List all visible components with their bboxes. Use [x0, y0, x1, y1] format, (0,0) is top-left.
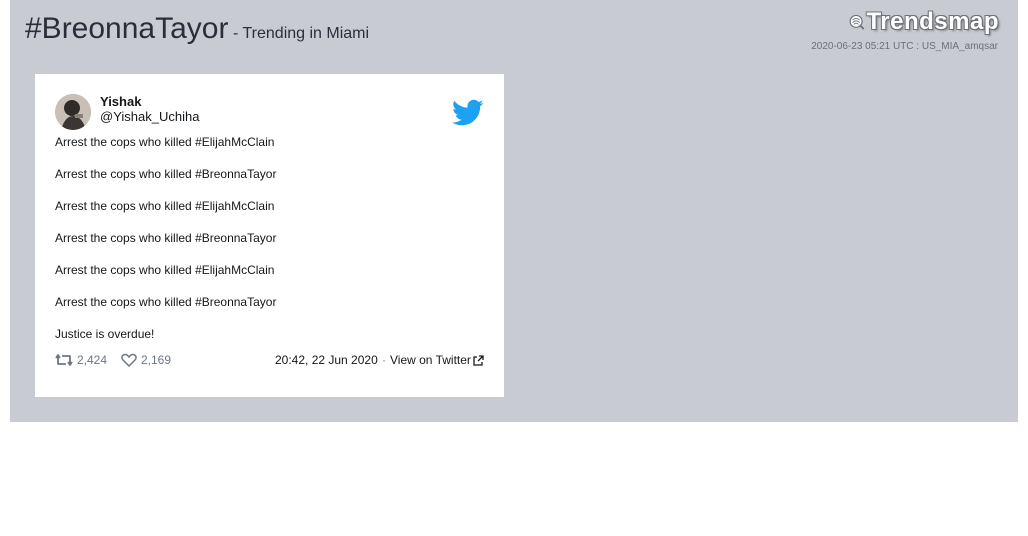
trend-hashtag-title: #BreonnaTayor: [25, 12, 229, 45]
avatar-image: [55, 94, 91, 130]
tweet-card: Yishak @Yishak_Uchiha Arrest the cops wh…: [35, 74, 504, 397]
author-handle[interactable]: @Yishak_Uchiha: [100, 109, 199, 124]
separator-dot: ·: [382, 353, 386, 367]
tweet-line: Arrest the cops who killed #ElijahMcClai…: [55, 135, 275, 149]
tweet-footer: 2,424 2,169 20:42, 22 Jun 2020 · View on…: [55, 353, 485, 373]
heart-icon: [121, 353, 137, 367]
trendsmap-brand[interactable]: Trendsmap: [849, 5, 999, 39]
generated-timestamp: 2020-06-23 05:21 UTC : US_MIA_amqsar: [811, 41, 998, 52]
retweet-icon: [55, 354, 73, 366]
twitter-bird-icon[interactable]: [452, 99, 484, 127]
tweet-line: Arrest the cops who killed #ElijahMcClai…: [55, 263, 275, 277]
view-on-twitter-link[interactable]: View on Twitter: [390, 353, 484, 367]
avatar[interactable]: [55, 94, 91, 130]
retweet-count: 2,424: [77, 353, 108, 367]
tweet-text: Arrest the cops who killed #ElijahMcClai…: [55, 135, 485, 359]
brand-name: Trendsmap: [866, 8, 999, 35]
tweet-timestamp[interactable]: 20:42, 22 Jun 2020: [275, 353, 378, 367]
view-on-twitter-label: View on Twitter: [390, 353, 471, 367]
author-name[interactable]: Yishak: [100, 94, 141, 109]
trendsmap-logo-icon: [849, 14, 865, 30]
trending-location-label: - Trending in Miami: [233, 25, 370, 42]
tweet-line: Arrest the cops who killed #BreonnaTayor: [55, 295, 277, 309]
like-button[interactable]: 2,169: [121, 353, 171, 367]
external-link-icon: [473, 354, 484, 366]
tweet-line: Arrest the cops who killed #BreonnaTayor: [55, 167, 277, 181]
like-count: 2,169: [141, 353, 172, 367]
tweet-line: Arrest the cops who killed #BreonnaTayor: [55, 231, 277, 245]
tweet-line: Arrest the cops who killed #ElijahMcClai…: [55, 199, 275, 213]
retweet-button[interactable]: 2,424: [55, 353, 107, 367]
